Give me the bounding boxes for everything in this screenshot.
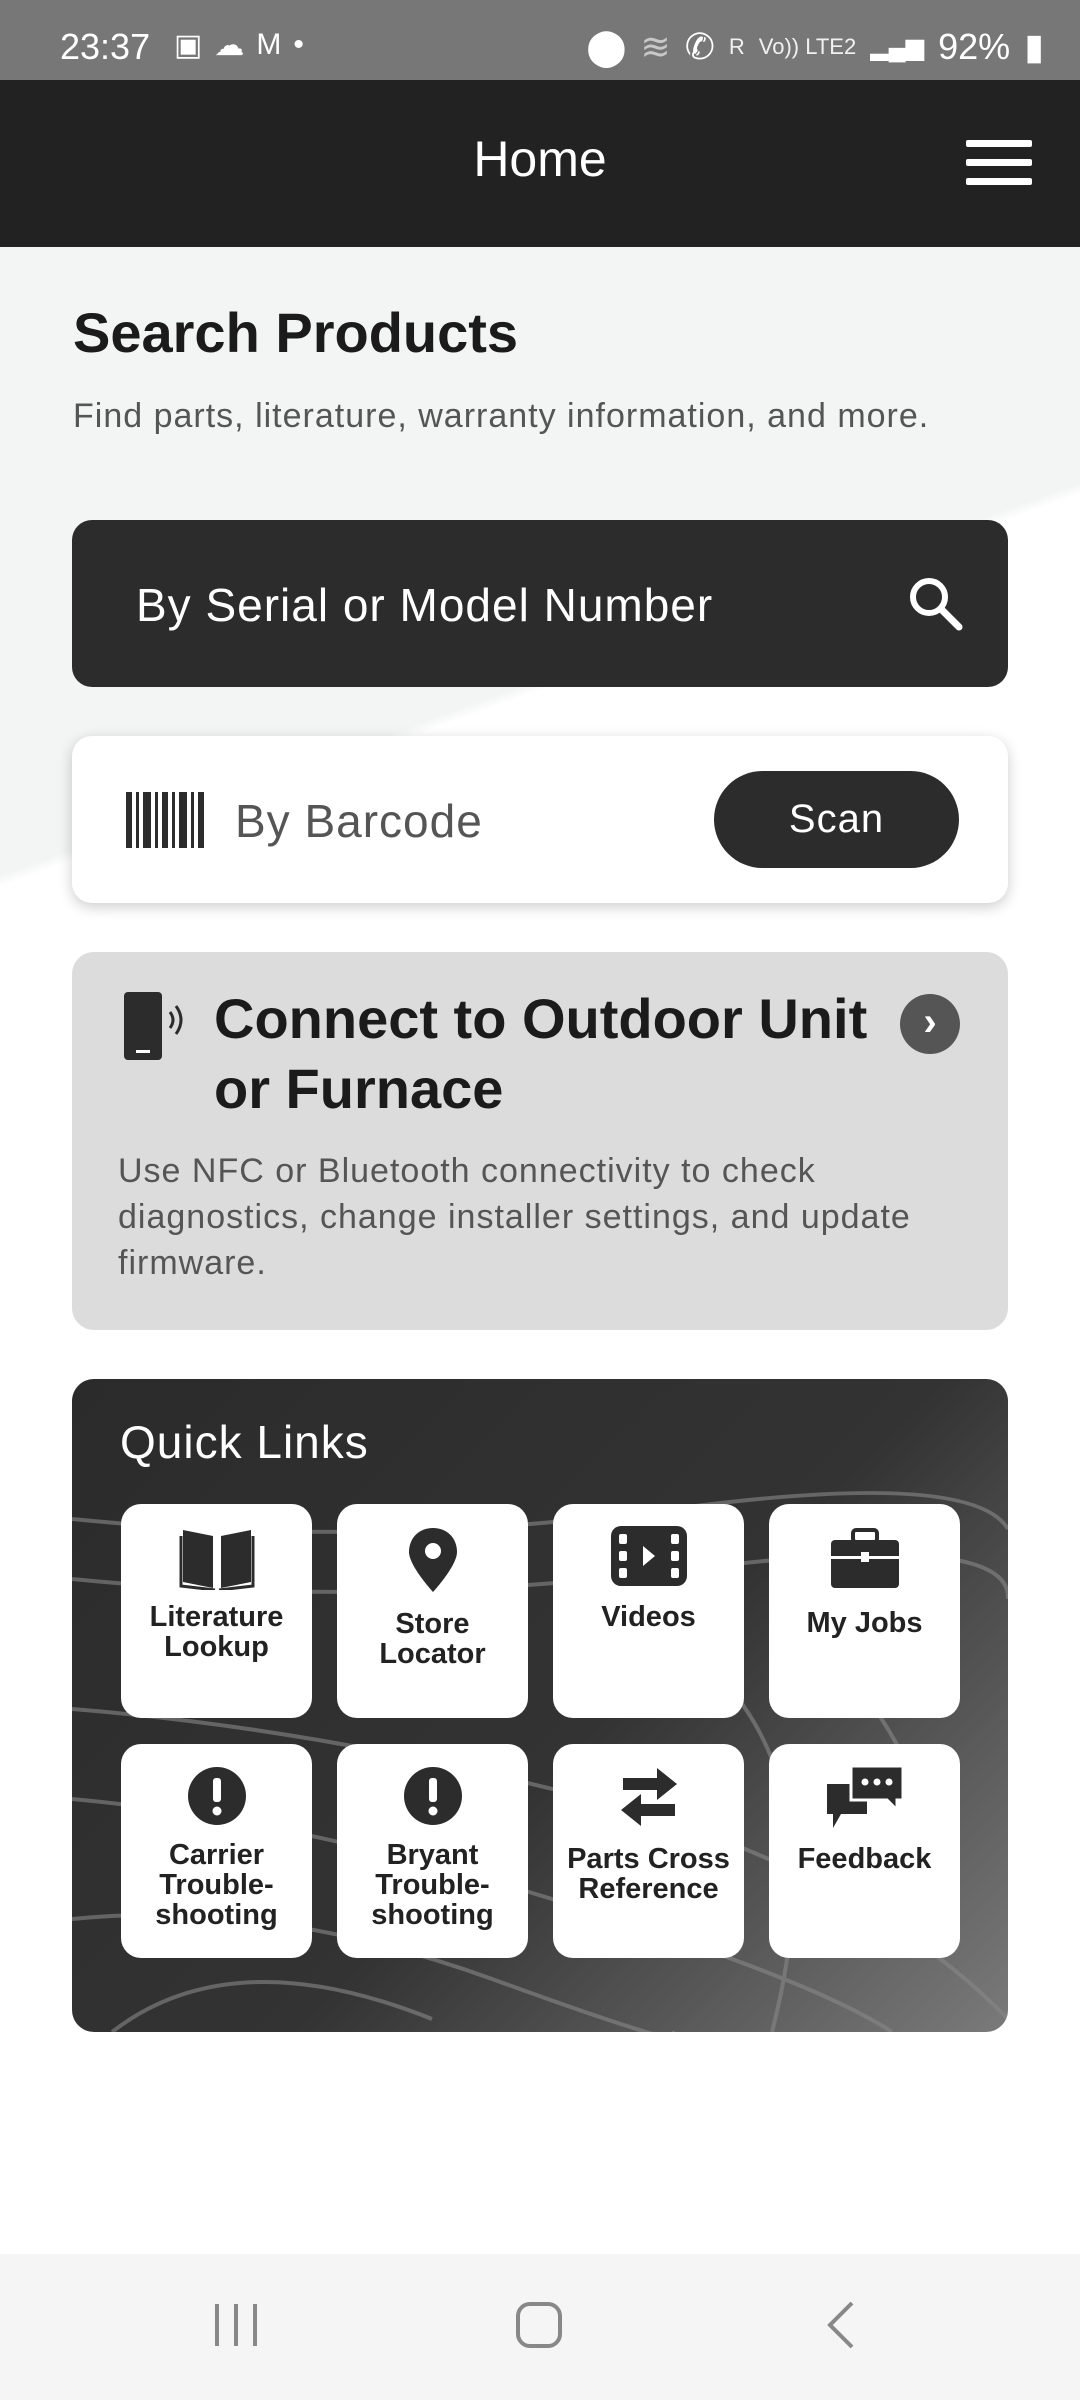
cloud-icon: ☁ <box>214 29 245 62</box>
clock: 23:37 <box>60 26 151 67</box>
quick-link-label: My Jobs <box>806 1607 923 1639</box>
wifi-icon: ≋ <box>640 26 671 67</box>
briefcase-icon <box>830 1528 899 1588</box>
film-icon <box>610 1526 687 1586</box>
quick-link-label: Literature Lookup <box>149 1601 284 1663</box>
serial-model-search-button[interactable]: By Serial or Model Number <box>72 520 1008 687</box>
app-header: Home <box>0 80 1080 247</box>
quick-link-label: Feedback <box>797 1843 932 1875</box>
barcode-card: By Barcode Scan <box>72 736 1008 903</box>
home-button[interactable] <box>514 2300 564 2355</box>
quick-link-carrier-troubleshooting[interactable]: Carrier Trouble-shooting <box>121 1744 312 1958</box>
map-pin-icon <box>408 1528 457 1592</box>
search-icon <box>910 578 963 631</box>
recent-apps-button[interactable] <box>213 2300 259 2355</box>
quick-link-bryant-troubleshooting[interactable]: Bryant Trouble-shooting <box>337 1744 528 1958</box>
recent-apps-icon <box>215 2304 257 2346</box>
search-subtitle: Find parts, literature, warranty informa… <box>73 397 930 435</box>
book-icon <box>179 1530 254 1590</box>
roaming-label: R <box>728 34 745 59</box>
battery-label: 92% <box>938 26 1011 67</box>
page-title: Home <box>473 131 607 187</box>
serial-search-label: By Serial or Model Number <box>136 579 714 631</box>
home-icon <box>516 2302 562 2348</box>
system-nav-bar <box>0 2254 1080 2400</box>
dot-icon: • <box>293 28 304 61</box>
chat-icon <box>826 1766 903 1828</box>
quick-links-panel: Quick Links Literature Lookup Store Loca… <box>72 1379 1008 2032</box>
alert-icon <box>187 1767 246 1825</box>
quick-link-label: Carrier Trouble-shooting <box>155 1839 278 1931</box>
barcode-icon <box>126 792 204 848</box>
gmail-icon: M <box>256 28 282 61</box>
connect-description: Use NFC or Bluetooth connectivity to che… <box>118 1152 911 1282</box>
volte-label: Vo)) LTE2 <box>758 34 857 59</box>
back-button[interactable] <box>826 2300 856 2355</box>
quick-links-title: Quick Links <box>120 1416 369 1468</box>
wifi-call-icon: ✆ <box>684 26 715 67</box>
swap-icon <box>620 1768 677 1826</box>
quick-link-label: Store Locator <box>379 1608 486 1670</box>
back-icon <box>827 2301 854 2349</box>
status-bar: 23:37 ▣ ☁ M • ⬤ ≋ ✆ R Vo)) LTE2 ▂▄▆ 92% … <box>0 0 1080 80</box>
barcode-label: By Barcode <box>235 795 483 847</box>
nfc-phone-icon <box>124 992 183 1060</box>
gallery-icon: ▣ <box>174 29 203 62</box>
location-icon: ⬤ <box>586 26 627 67</box>
quick-link-feedback[interactable]: Feedback <box>769 1744 960 1958</box>
quick-link-literature-lookup[interactable]: Literature Lookup <box>121 1504 312 1718</box>
quick-link-store-locator[interactable]: Store Locator <box>337 1504 528 1718</box>
battery-charging-icon: ▮ <box>1024 26 1044 67</box>
quick-link-my-jobs[interactable]: My Jobs <box>769 1504 960 1718</box>
connect-unit-card[interactable]: Connect to Outdoor Unit or Furnace › Use… <box>72 952 1008 1330</box>
quick-link-label: Parts Cross Reference <box>567 1843 730 1905</box>
quick-link-label: Bryant Trouble-shooting <box>371 1839 494 1931</box>
signal-icon: ▂▄▆ <box>870 33 925 61</box>
chevron-right-icon[interactable]: › <box>900 994 960 1054</box>
quick-link-label: Videos <box>601 1601 696 1633</box>
scan-button[interactable]: Scan <box>714 771 959 868</box>
search-products-heading: Search Products <box>73 301 519 364</box>
hamburger-icon[interactable] <box>966 140 1032 186</box>
quick-link-parts-cross-reference[interactable]: Parts Cross Reference <box>553 1744 744 1958</box>
connect-title: Connect to Outdoor Unit or Furnace <box>214 987 868 1120</box>
alert-icon <box>403 1767 462 1825</box>
quick-link-videos[interactable]: Videos <box>553 1504 744 1718</box>
